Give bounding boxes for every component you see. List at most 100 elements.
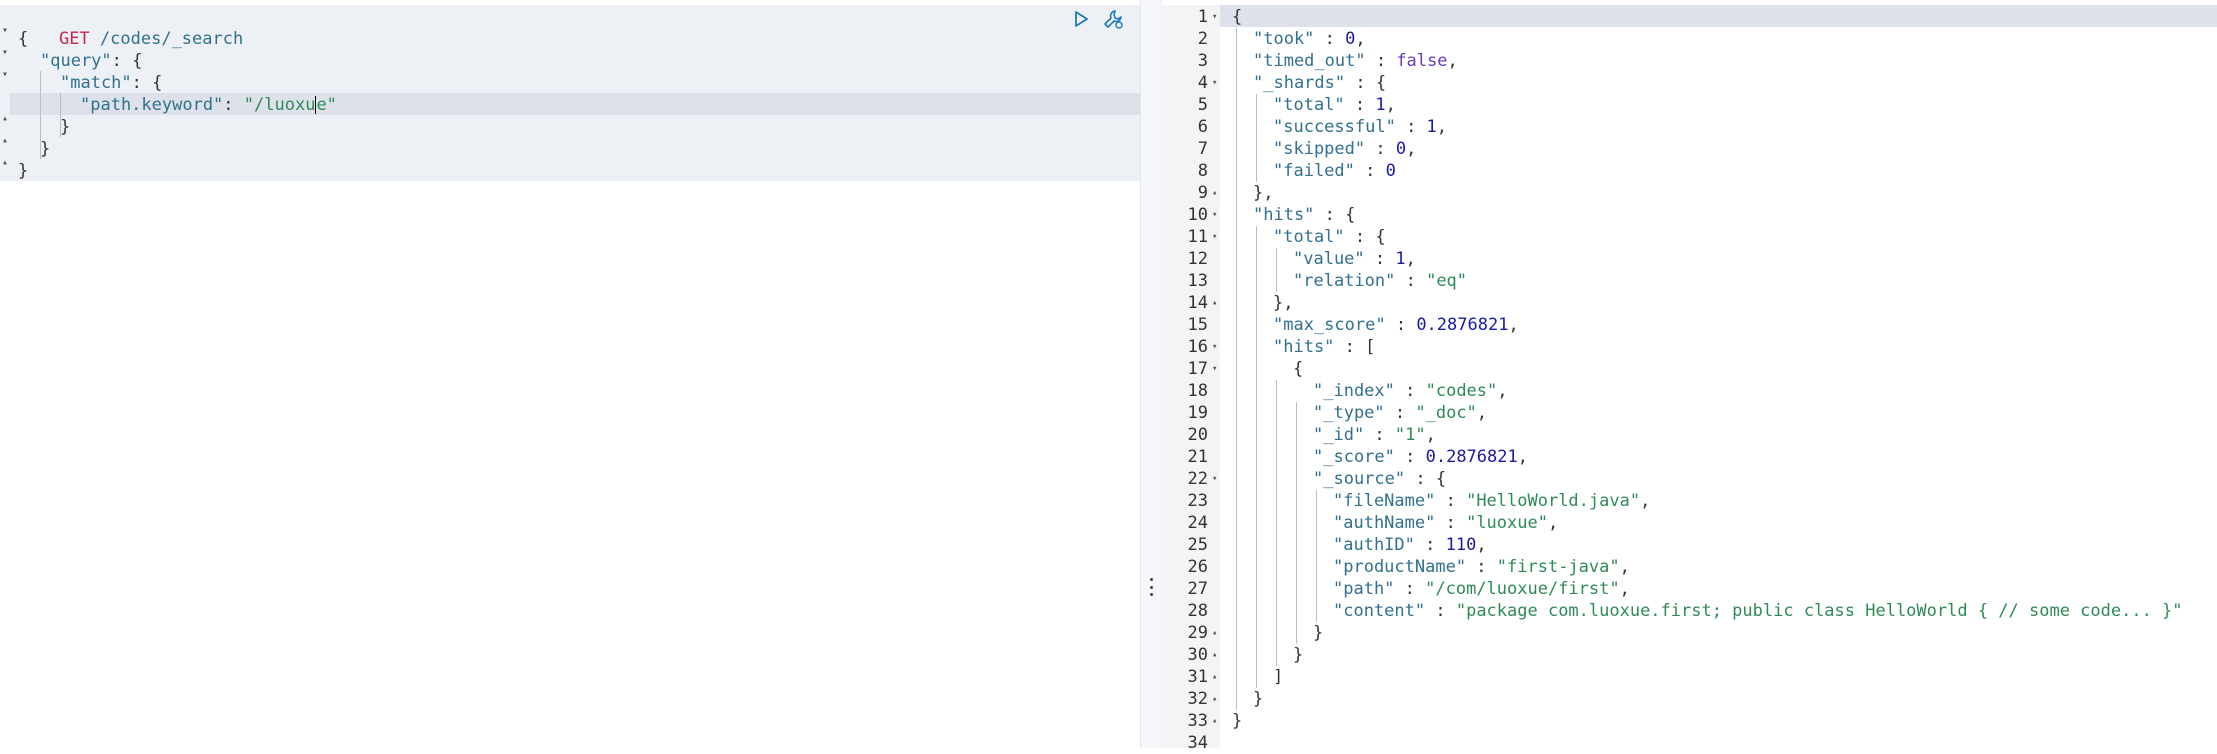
- code-line[interactable]: }: [1293, 644, 1303, 666]
- code-line[interactable]: "productName" : "first-java",: [1333, 556, 1630, 578]
- code-line[interactable]: "_score" : 0.2876821,: [1313, 446, 1528, 468]
- code-line[interactable]: "total" : 1,: [1273, 94, 1396, 116]
- code-line[interactable]: "_id" : "1",: [1313, 424, 1436, 446]
- line-number: 25: [1187, 535, 1208, 555]
- line-number: 21: [1187, 447, 1208, 467]
- code-line[interactable]: "match": {: [60, 72, 162, 94]
- fold-close-icon[interactable]: ▴: [1212, 688, 1217, 710]
- code-line[interactable]: "_shards" : {: [1253, 72, 1386, 94]
- code-line[interactable]: {: [1293, 358, 1303, 380]
- code-line[interactable]: "authID" : 110,: [1333, 534, 1487, 556]
- fold-close-icon[interactable]: ▴: [2, 136, 8, 146]
- settings-button[interactable]: [1102, 8, 1124, 30]
- fold-close-icon[interactable]: ▴: [1212, 182, 1217, 204]
- fold-close-icon[interactable]: ▴: [2, 114, 8, 124]
- fold-open-icon[interactable]: ▾: [2, 70, 8, 80]
- request-toolbar: [1070, 8, 1124, 30]
- code-line[interactable]: {: [18, 28, 28, 50]
- query-key: "query": [40, 51, 112, 71]
- field-value-tail: e": [316, 95, 337, 115]
- line-number: 29: [1187, 623, 1208, 643]
- fold-open-icon[interactable]: ▾: [2, 48, 8, 58]
- request-path: /codes/_search: [99, 29, 244, 49]
- request-line[interactable]: GET /codes/_search: [18, 6, 243, 49]
- fold-open-icon[interactable]: ▾: [1212, 358, 1217, 380]
- max-score-value: 0.2876821: [1416, 315, 1509, 335]
- line-number: 30: [1187, 645, 1208, 665]
- indent-guide: [1296, 402, 1297, 644]
- line-number: 23: [1187, 491, 1208, 511]
- indent-guide: [1276, 380, 1277, 666]
- code-line[interactable]: }: [60, 116, 70, 138]
- fold-open-icon[interactable]: ▾: [2, 26, 8, 36]
- request-editor[interactable]: ▾ ▾ ▾ ▴ ▴ ▴ GET /codes/_search { "query"…: [0, 0, 1140, 748]
- line-number: 18: [1187, 381, 1208, 401]
- fold-open-icon[interactable]: ▾: [1212, 226, 1217, 248]
- line-number: 19: [1187, 403, 1208, 423]
- code-line[interactable]: "_type" : "_doc",: [1313, 402, 1487, 424]
- line-number: 8: [1197, 161, 1208, 181]
- code-line[interactable]: },: [1273, 292, 1293, 314]
- code-line[interactable]: }: [18, 160, 28, 182]
- code-line[interactable]: },: [1253, 182, 1273, 204]
- line-number: 4: [1197, 73, 1208, 93]
- response-viewer[interactable]: 1 2 3 4 5 6 7 8 9 10 11 12 13 14 15 16 17 18 19 20 21 22 23 24 2…: [1160, 0, 2217, 753]
- fold-close-icon[interactable]: ▴: [1212, 644, 1217, 666]
- code-line[interactable]: "hits" : [: [1273, 336, 1375, 358]
- line-number: 34: [1187, 733, 1208, 753]
- code-line[interactable]: }: [1253, 688, 1263, 710]
- fold-open-icon[interactable]: ▾: [1212, 204, 1217, 226]
- shards-successful-value: 1: [1426, 117, 1437, 137]
- code-line[interactable]: }: [1313, 622, 1323, 644]
- code-line[interactable]: "skipped" : 0,: [1273, 138, 1416, 160]
- code-line[interactable]: "successful" : 1,: [1273, 116, 1447, 138]
- filename-value: "HelloWorld.java": [1466, 491, 1641, 511]
- pane-resizer[interactable]: [1140, 0, 1162, 748]
- line-number: 32: [1187, 689, 1208, 709]
- code-line[interactable]: ]: [1273, 666, 1283, 688]
- code-line[interactable]: "content" : "package com.luoxue.first; p…: [1333, 600, 2183, 622]
- line-number: 11: [1187, 227, 1208, 247]
- fold-close-icon[interactable]: ▴: [1212, 710, 1217, 732]
- hit-id-value: "1": [1394, 425, 1426, 445]
- line-number: 22: [1187, 469, 1208, 489]
- line-number: 3: [1197, 51, 1208, 71]
- code-line[interactable]: "query": {: [40, 50, 142, 72]
- line-number: 24: [1187, 513, 1208, 533]
- code-line[interactable]: "took" : 0,: [1253, 28, 1366, 50]
- fold-open-icon[interactable]: ▾: [1212, 468, 1217, 490]
- indent-guide: [1276, 248, 1277, 292]
- code-line[interactable]: "_index" : "codes",: [1313, 380, 1508, 402]
- fold-close-icon[interactable]: ▴: [1212, 666, 1217, 688]
- fold-close-icon[interactable]: ▴: [1212, 622, 1217, 644]
- code-line[interactable]: }: [40, 138, 50, 160]
- indent-guide: [1256, 94, 1257, 182]
- hits-total-value: 1: [1395, 249, 1406, 269]
- line-number: 14: [1187, 293, 1208, 313]
- open-brace: {: [18, 29, 29, 49]
- code-line[interactable]: "authName" : "luoxue",: [1333, 512, 1558, 534]
- code-line[interactable]: "value" : 1,: [1293, 248, 1416, 270]
- fold-close-icon[interactable]: ▴: [1212, 292, 1217, 314]
- fold-open-icon[interactable]: ▾: [1212, 72, 1217, 94]
- code-line[interactable]: "fileName" : "HelloWorld.java",: [1333, 490, 1650, 512]
- line-number: 16: [1187, 337, 1208, 357]
- code-line[interactable]: }: [1232, 710, 1242, 732]
- code-line[interactable]: "hits" : {: [1253, 204, 1355, 226]
- code-line[interactable]: "failed" : 0: [1273, 160, 1396, 182]
- fold-open-icon[interactable]: ▾: [1212, 336, 1217, 358]
- resize-handle-icon[interactable]: [1148, 578, 1154, 596]
- timed-out-value: false: [1396, 51, 1448, 71]
- run-request-button[interactable]: [1070, 8, 1092, 30]
- code-line[interactable]: "relation" : "eq": [1293, 270, 1467, 292]
- code-line[interactable]: "max_score" : 0.2876821,: [1273, 314, 1519, 336]
- code-line[interactable]: "_source" : {: [1313, 468, 1446, 490]
- code-line[interactable]: {: [1232, 6, 1242, 28]
- code-line[interactable]: "timed_out" : false,: [1253, 50, 1458, 72]
- fold-close-icon[interactable]: ▴: [2, 158, 8, 168]
- code-line[interactable]: "total" : {: [1273, 226, 1386, 248]
- authid-value: 110: [1445, 535, 1477, 555]
- code-line[interactable]: "path.keyword": "/luoxue": [80, 94, 337, 116]
- code-line[interactable]: "path" : "/com/luoxue/first",: [1333, 578, 1630, 600]
- fold-open-icon[interactable]: ▾: [1212, 6, 1217, 28]
